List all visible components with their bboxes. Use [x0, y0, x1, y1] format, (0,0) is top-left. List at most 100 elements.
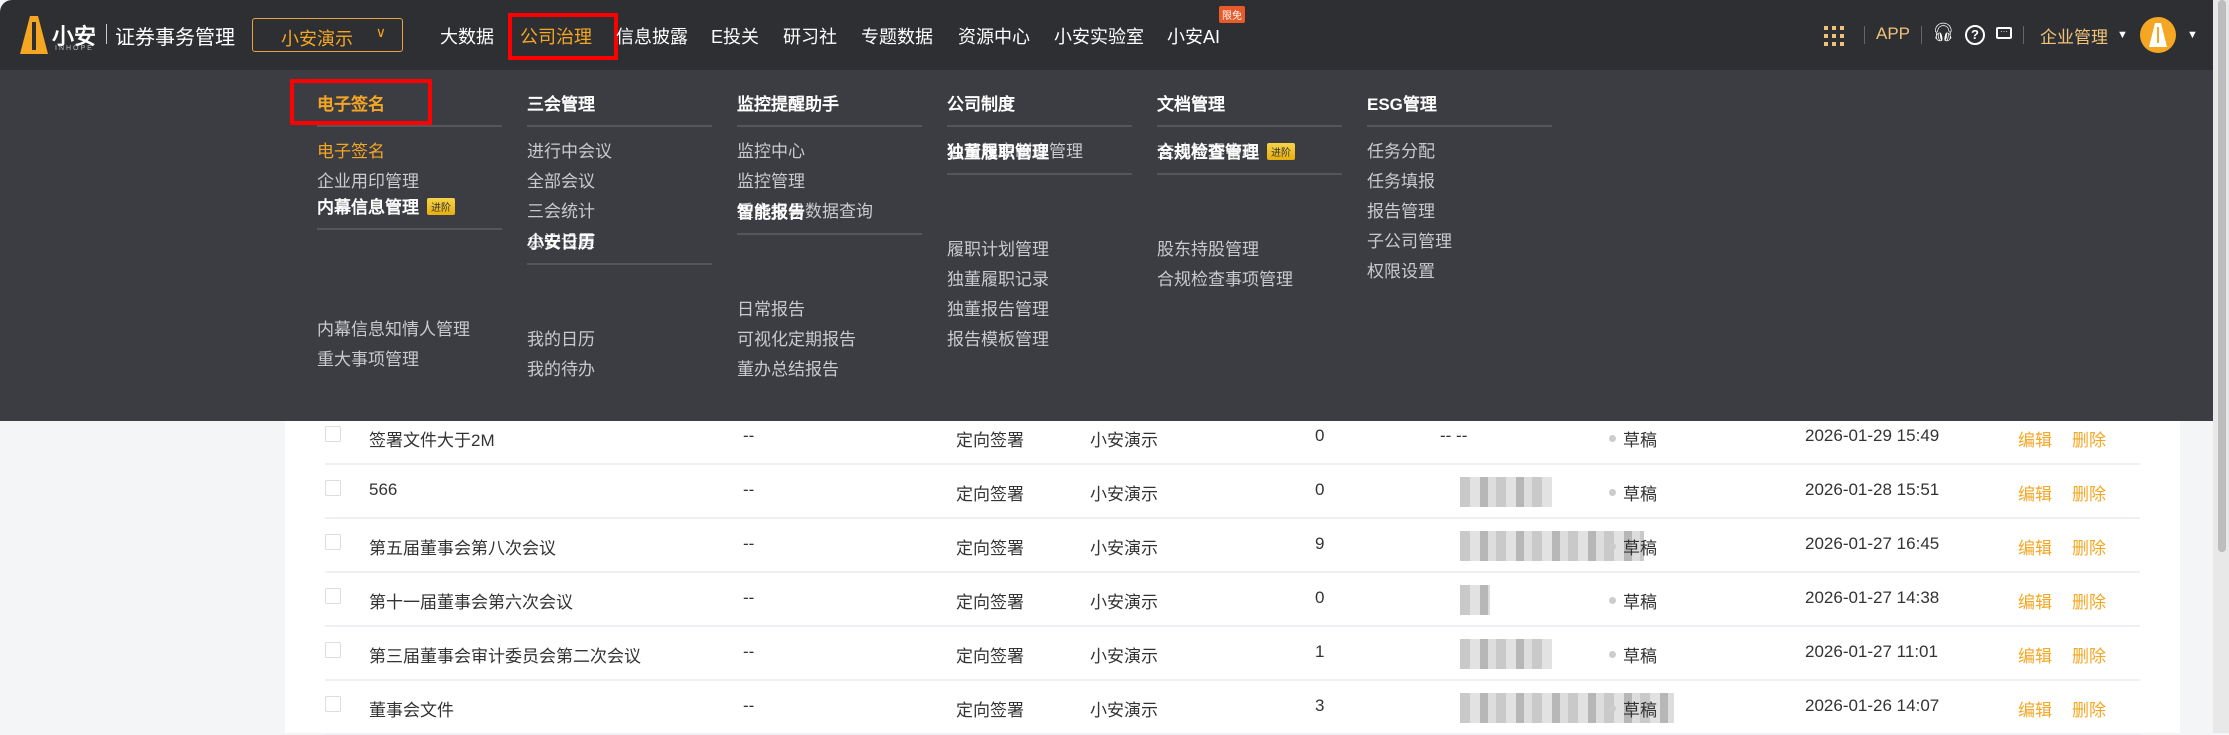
menu-item[interactable]: 电子签名 — [317, 137, 385, 162]
menu-item[interactable]: 子公司管理 — [1367, 227, 1452, 252]
free-badge: 限免 — [1219, 6, 1245, 23]
status-dot — [1609, 489, 1616, 496]
delete-button[interactable]: 删除 — [2072, 642, 2106, 667]
doc-name[interactable]: 董事会文件 — [369, 696, 454, 721]
doc-name[interactable]: 第五届董事会第八次会议 — [369, 534, 556, 559]
updated-time: 2026-01-27 11:01 — [1805, 642, 1938, 661]
menu-item[interactable]: 可视化定期报告 — [737, 325, 856, 350]
status-dot — [1609, 543, 1616, 550]
status: 草稿 — [1623, 431, 1657, 450]
doc-name[interactable]: 566 — [369, 480, 397, 500]
redacted-signers — [1460, 585, 1490, 615]
signer-count: 0 — [1315, 588, 1325, 607]
enterprise-menu[interactable]: 企业管理 — [2040, 23, 2108, 48]
menu-item[interactable]: 股东持股管理 — [1157, 235, 1259, 260]
document-table: 签署文件大于2M -- 定向签署 小安演示 0 -- -- 草稿 2026-01-… — [285, 421, 2180, 735]
remark: -- — [743, 480, 755, 499]
sign-type: 定向签署 — [956, 485, 1024, 504]
menu-item[interactable]: 监控中心 — [737, 137, 805, 162]
menu-item[interactable]: 报告模板管理 — [947, 325, 1049, 350]
menu-item[interactable]: 履职计划管理 — [947, 235, 1049, 260]
menu-item[interactable]: 报告管理 — [1367, 197, 1435, 222]
section-title-text: 智能报告 — [737, 203, 805, 222]
updated-time: 2026-01-27 14:38 — [1805, 588, 1940, 607]
company: 小安演示 — [1090, 485, 1158, 504]
divider — [106, 24, 107, 44]
scrollbar-thumb[interactable] — [2218, 0, 2226, 552]
edit-button[interactable]: 编辑 — [2018, 696, 2052, 721]
delete-button[interactable]: 删除 — [2072, 426, 2106, 451]
delete-button[interactable]: 删除 — [2072, 696, 2106, 721]
status: 草稿 — [1623, 485, 1657, 504]
row-checkbox[interactable] — [325, 426, 341, 442]
updated-time: 2026-01-27 16:45 — [1805, 534, 1940, 553]
edit-button[interactable]: 编辑 — [2018, 642, 2052, 667]
row-checkbox[interactable] — [325, 480, 341, 496]
section-title-text: 合规检查管理 — [1157, 143, 1259, 162]
menu-item[interactable]: 我的日历 — [527, 325, 595, 350]
delete-button[interactable]: 删除 — [2072, 534, 2106, 559]
menu-item[interactable]: 日常报告 — [737, 295, 805, 320]
signers: -- -- — [1440, 426, 1468, 445]
edit-button[interactable]: 编辑 — [2018, 426, 2052, 451]
row-checkbox[interactable] — [325, 642, 341, 658]
premium-badge: 进阶 — [1267, 143, 1295, 160]
doc-name[interactable]: 签署文件大于2M — [369, 426, 495, 451]
message-icon[interactable]: ··· — [1996, 27, 2012, 39]
nav-academy[interactable]: 研习社 — [783, 23, 837, 49]
apps-grid-icon[interactable] — [1824, 26, 1844, 46]
row-checkbox[interactable] — [325, 696, 341, 712]
app-link[interactable]: APP — [1876, 24, 1910, 44]
help-icon[interactable]: ? — [1965, 25, 1985, 45]
menu-item[interactable]: 我的待办 — [527, 355, 595, 380]
menu-item[interactable]: 任务填报 — [1367, 167, 1435, 192]
nav-topic-data[interactable]: 专题数据 — [861, 23, 933, 49]
remark: -- — [743, 534, 755, 553]
nav-resource-center[interactable]: 资源中心 — [958, 23, 1030, 49]
menu-item[interactable]: 内幕信息知情人管理 — [317, 315, 470, 340]
delete-button[interactable]: 删除 — [2072, 588, 2106, 613]
remark: -- — [743, 588, 755, 607]
edit-button[interactable]: 编辑 — [2018, 534, 2052, 559]
menu-item[interactable]: 独董报告管理 — [947, 295, 1049, 320]
edit-button[interactable]: 编辑 — [2018, 588, 2052, 613]
menu-item[interactable]: 董办总结报告 — [737, 355, 839, 380]
updated-time: 2026-01-26 14:07 — [1805, 696, 1940, 715]
status: 草稿 — [1623, 593, 1657, 612]
section-title-text: 三会管理 — [527, 95, 595, 114]
remark: -- — [743, 642, 755, 661]
doc-name[interactable]: 第三届董事会审计委员会第二次会议 — [369, 642, 641, 667]
menu-item[interactable]: 企业用印管理 — [317, 167, 419, 192]
edit-button[interactable]: 编辑 — [2018, 480, 2052, 505]
nav-big-data[interactable]: 大数据 — [440, 23, 494, 49]
status-dot — [1609, 435, 1616, 442]
menu-item[interactable]: 任务分配 — [1367, 137, 1435, 162]
menu-item[interactable]: 权限设置 — [1367, 257, 1435, 282]
section-title-text: 监控提醒助手 — [737, 95, 839, 114]
headset-icon[interactable]: 🎧︎ — [1932, 22, 1955, 43]
menu-item[interactable]: 监控管理 — [737, 167, 805, 192]
divider — [1157, 125, 1342, 127]
avatar[interactable] — [2140, 17, 2176, 53]
menu-item[interactable]: 合规检查事项管理 — [1157, 265, 1293, 290]
menu-item[interactable]: 独董履职记录 — [947, 265, 1049, 290]
nav-investor-relations[interactable]: E投关 — [711, 23, 759, 49]
menu-section-title: 三会管理 — [527, 90, 595, 115]
nav-lab[interactable]: 小安实验室 — [1054, 23, 1144, 49]
menu-item[interactable]: 全部会议 — [527, 167, 595, 192]
nav-ai[interactable]: 小安AI — [1167, 23, 1220, 49]
delete-button[interactable]: 删除 — [2072, 480, 2106, 505]
divider — [527, 263, 712, 265]
row-checkbox[interactable] — [325, 588, 341, 604]
menu-item[interactable]: 进行中会议 — [527, 137, 612, 162]
doc-name[interactable]: 第十一届董事会第六次会议 — [369, 588, 573, 613]
menu-item[interactable]: 三会统计 — [527, 197, 595, 222]
sign-type: 定向签署 — [956, 593, 1024, 612]
nav-disclosure[interactable]: 信息披露 — [616, 23, 688, 49]
divider — [527, 125, 712, 127]
section-title-text: 文档管理 — [1157, 95, 1225, 114]
row-checkbox[interactable] — [325, 534, 341, 550]
company-selector[interactable]: 小安演示 ∨ — [252, 18, 403, 52]
menu-item[interactable]: 重大事项管理 — [317, 345, 419, 370]
section-title-text: 内幕信息管理 — [317, 198, 419, 217]
